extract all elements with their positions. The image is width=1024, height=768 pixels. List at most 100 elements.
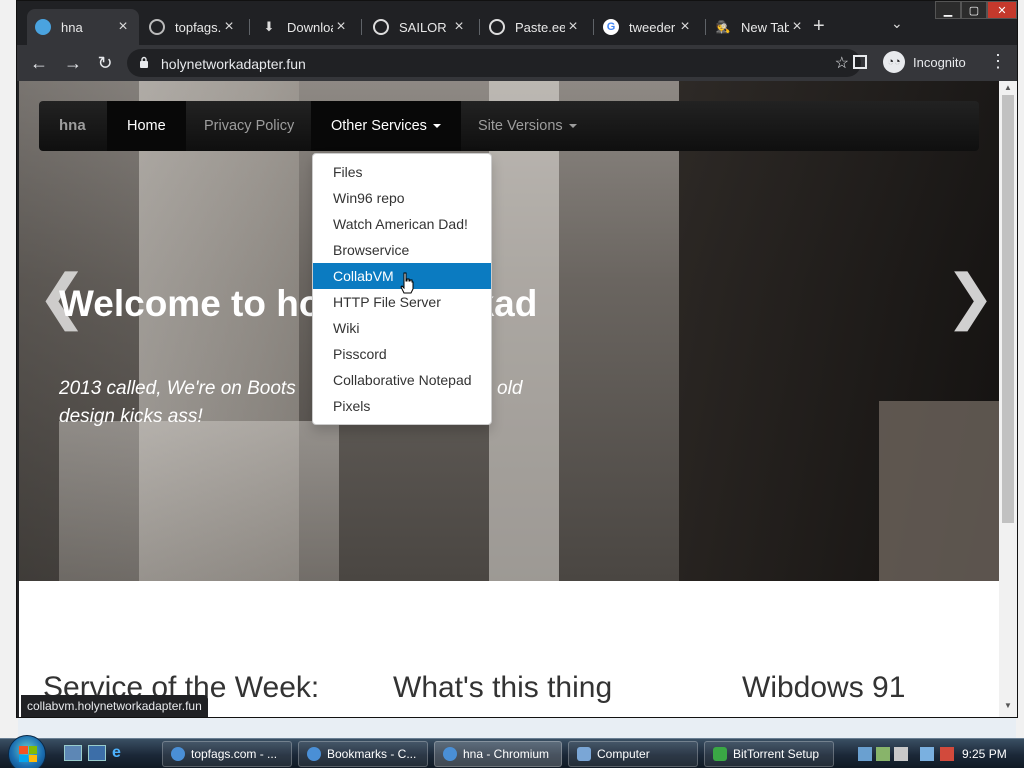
nav-other-services[interactable]: Other Services	[311, 101, 461, 151]
carousel-next-button[interactable]: ❯	[945, 267, 995, 327]
caret-down-icon	[432, 124, 441, 129]
chromium-icon	[443, 747, 457, 761]
close-icon[interactable]: ×	[221, 18, 237, 36]
status-bar-url: collabvm.holynetworkadapter.fun	[21, 695, 208, 717]
menu-kebab-icon[interactable]: ⋮	[989, 51, 1007, 72]
nav-label: Other Services	[331, 118, 427, 134]
windows-taskbar: e topfags.com - ... Bookmarks - C... hna…	[0, 735, 1024, 768]
tray-volume-muted-icon[interactable]	[940, 747, 954, 761]
google-icon: G	[603, 19, 619, 35]
taskbar-label: Computer	[597, 747, 650, 761]
tab-separator	[593, 19, 594, 35]
globe-icon	[35, 19, 51, 35]
taskbar-clock[interactable]: 9:25 PM	[962, 747, 1007, 761]
download-icon: ⬇	[263, 19, 275, 34]
dropdown-item-collaborative-notepad[interactable]: Collaborative Notepad	[313, 367, 491, 393]
dropdown-item-pixels[interactable]: Pixels	[313, 393, 491, 419]
tab-hna[interactable]: hna ×	[27, 9, 139, 45]
close-window-button[interactable]: ✕	[987, 1, 1017, 19]
tray-display-icon[interactable]	[920, 747, 934, 761]
tray-app-icon[interactable]	[876, 747, 890, 761]
tab-title: Downloa	[287, 19, 333, 35]
tab-title: Paste.ee	[515, 19, 565, 35]
taskbar-item-topfags[interactable]: topfags.com - ...	[162, 741, 292, 767]
dropdown-item-wiki[interactable]: Wiki	[313, 315, 491, 341]
explorer-icon[interactable]	[88, 745, 106, 761]
nav-privacy-policy[interactable]: Privacy Policy	[184, 101, 314, 151]
taskbar-item-hna-chromium[interactable]: hna - Chromium	[434, 741, 562, 767]
dropdown-item-american-dad[interactable]: Watch American Dad!	[313, 211, 491, 237]
tab-sailor[interactable]: SAILOR N ×	[365, 9, 475, 45]
chromium-icon	[307, 747, 321, 761]
site-brand[interactable]: hna	[59, 117, 86, 134]
lock-icon	[140, 56, 148, 68]
scroll-up-arrow-icon[interactable]: ▲	[1004, 83, 1012, 92]
taskbar-label: Bookmarks - C...	[327, 747, 417, 761]
chromium-icon	[171, 747, 185, 761]
bittorrent-icon	[713, 747, 727, 761]
section-heading-wibdows: Wibdows 91	[742, 671, 906, 704]
globe-icon	[373, 19, 389, 35]
globe-icon	[489, 19, 505, 35]
reload-button[interactable]: ↻	[93, 51, 117, 75]
tab-title: hna	[61, 19, 83, 35]
minimize-button[interactable]: ▁	[935, 1, 961, 19]
tray-app-icon[interactable]	[894, 747, 908, 761]
tab-search-chevron-icon[interactable]: ⌄	[891, 15, 903, 32]
address-bar[interactable]: holynetworkadapter.fun ☆	[127, 49, 861, 77]
nav-label: Site Versions	[478, 118, 563, 134]
side-panel-icon[interactable]	[853, 55, 867, 69]
globe-icon	[149, 19, 165, 35]
web-page: ❮ ❯ Welcome to holynetworkad 2013 called…	[19, 81, 999, 717]
close-icon[interactable]: ×	[789, 18, 805, 36]
close-icon[interactable]: ×	[565, 18, 581, 36]
close-icon[interactable]: ×	[115, 18, 131, 36]
profile-button[interactable]: ◔◔ Incognito	[883, 51, 966, 73]
hero-background-shape	[59, 421, 339, 581]
dropdown-item-browservice[interactable]: Browservice	[313, 237, 491, 263]
internet-explorer-icon[interactable]: e	[112, 745, 130, 761]
close-icon[interactable]: ×	[451, 18, 467, 36]
dropdown-item-pisscord[interactable]: Pisscord	[313, 341, 491, 367]
tab-title: topfags.	[175, 19, 221, 35]
forward-button[interactable]: →	[61, 51, 85, 75]
hero-background-shape	[489, 81, 559, 581]
back-button[interactable]: ←	[27, 51, 51, 75]
taskbar-item-bookmarks[interactable]: Bookmarks - C...	[298, 741, 428, 767]
hand-cursor-icon	[400, 272, 414, 294]
tab-new[interactable]: 🕵 New Tab ×	[707, 9, 813, 45]
tray-network-icon[interactable]	[858, 747, 872, 761]
hero-carousel: ❮ ❯ Welcome to holynetworkad 2013 called…	[19, 81, 999, 581]
nav-label: Privacy Policy	[204, 118, 295, 134]
nav-home[interactable]: Home	[107, 101, 186, 151]
close-icon[interactable]: ×	[677, 18, 693, 36]
tab-topfags[interactable]: topfags. ×	[141, 9, 245, 45]
bookmark-star-icon[interactable]: ☆	[835, 53, 849, 73]
scroll-down-arrow-icon[interactable]: ▼	[1004, 701, 1012, 710]
dropdown-item-win96-repo[interactable]: Win96 repo	[313, 185, 491, 211]
close-icon[interactable]: ×	[333, 18, 349, 36]
dropdown-item-files[interactable]: Files	[313, 159, 491, 185]
show-desktop-icon[interactable]	[64, 745, 82, 761]
tab-download[interactable]: ⬇ Downloa ×	[253, 9, 357, 45]
tab-separator	[705, 19, 706, 35]
maximize-button[interactable]: ▢	[961, 1, 987, 19]
incognito-icon: ◔◔	[883, 51, 905, 73]
scrollbar-thumb[interactable]	[1002, 95, 1014, 523]
start-button[interactable]	[8, 735, 46, 768]
taskbar-label: topfags.com - ...	[191, 747, 278, 761]
taskbar-label: BitTorrent Setup	[733, 747, 820, 761]
tab-paste[interactable]: Paste.ee ×	[481, 9, 589, 45]
profile-label: Incognito	[913, 54, 966, 70]
taskbar-item-computer[interactable]: Computer	[568, 741, 698, 767]
tab-separator	[361, 19, 362, 35]
taskbar-item-bittorrent[interactable]: BitTorrent Setup	[704, 741, 834, 767]
computer-icon	[577, 747, 591, 761]
new-tab-button[interactable]: +	[813, 15, 825, 38]
nav-site-versions[interactable]: Site Versions	[458, 101, 597, 151]
incognito-icon: 🕵	[715, 20, 731, 34]
tab-tweeder[interactable]: G tweeder ×	[595, 9, 701, 45]
page-scrollbar[interactable]: ▲ ▼	[999, 81, 1017, 717]
browser-toolbar: ← → ↻ holynetworkadapter.fun ☆ ◔◔ Incogn…	[17, 45, 1017, 81]
hero-background-shape	[879, 401, 999, 581]
